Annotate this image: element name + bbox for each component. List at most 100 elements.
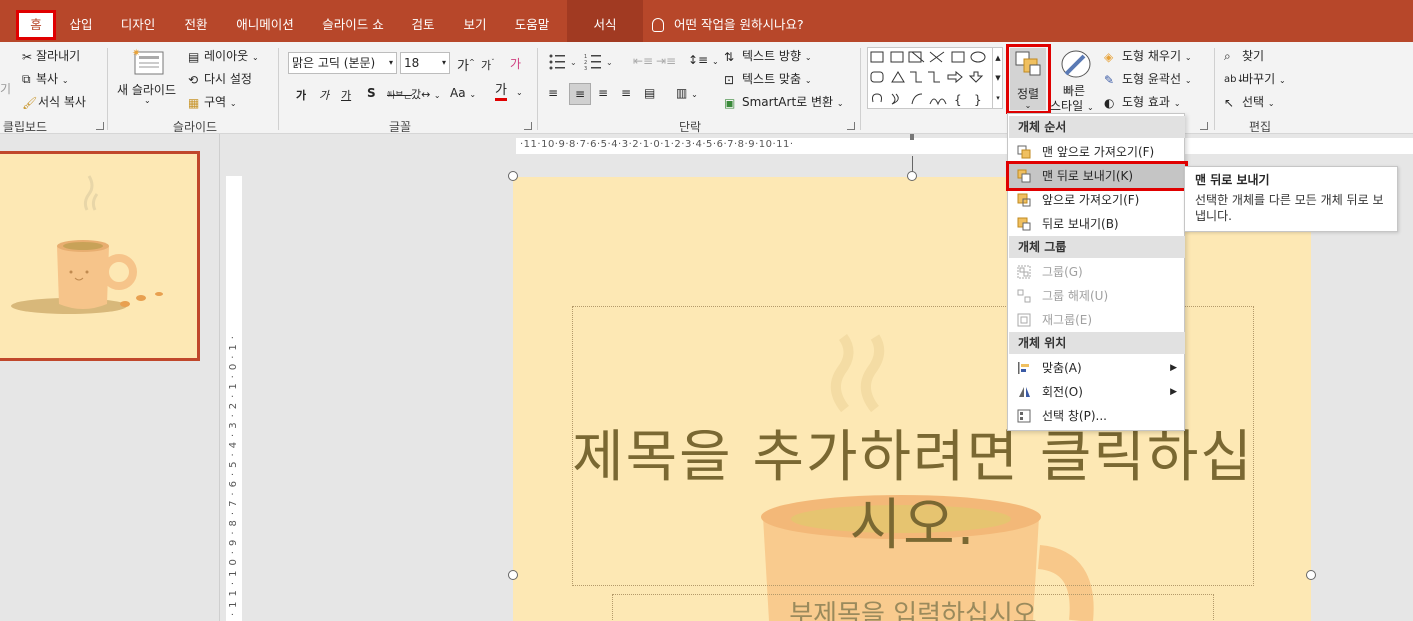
shape-effects-button[interactable]: ◐ 도형 효과 ⌄: [1104, 93, 1181, 110]
section-button[interactable]: ▦ 구역 ⌄: [188, 93, 237, 110]
paste-button-partial[interactable]: 기: [0, 80, 11, 97]
arrange-highlight-box: [1006, 44, 1051, 114]
copy-button[interactable]: ⧉ 복사 ⌄: [22, 70, 69, 87]
shadow-button[interactable]: S: [367, 86, 376, 100]
grow-font-button[interactable]: 가^: [457, 55, 475, 74]
regroup-label: 재그룹(E): [1042, 313, 1093, 327]
paragraph-launcher-icon[interactable]: [847, 122, 855, 130]
resize-handle-right[interactable]: [1306, 570, 1316, 580]
smartart-label: SmartArt로 변환: [742, 95, 834, 109]
group-label-clipboard: 클립보드: [2, 120, 48, 134]
underline-button[interactable]: 가: [341, 87, 351, 103]
menu-item-bring-forward[interactable]: 앞으로 가져오기(F): [1009, 188, 1185, 212]
align-text-label: 텍스트 맞춤: [742, 72, 802, 86]
tab-review[interactable]: 검토: [402, 10, 444, 40]
vertical-ruler: ·11·10·9·8·7·6·5·4·3·2·1·0·1·: [226, 176, 242, 621]
strikethrough-button[interactable]: ᅅᅡᄇᆫ: [387, 88, 412, 101]
font-name-combo[interactable]: 맑은 고딕 (본문) ▾: [288, 52, 397, 74]
menu-item-send-backward[interactable]: 뒤로 보내기(B): [1009, 212, 1185, 236]
resize-handle-top[interactable]: [907, 171, 917, 181]
tab-transitions[interactable]: 전환: [174, 10, 218, 40]
scissors-icon: ✂: [22, 49, 33, 64]
tab-design[interactable]: 디자인: [112, 10, 164, 40]
align-right-icon[interactable]: ≡: [598, 86, 608, 100]
menu-item-selection-pane[interactable]: 선택 창(P)...: [1009, 404, 1185, 428]
find-button[interactable]: ⌕ 찾기: [1224, 47, 1264, 64]
font-launcher-icon[interactable]: [524, 122, 532, 130]
shrink-font-label: 가: [481, 59, 492, 72]
quick-styles-button[interactable]: 스타일 ⌄: [1050, 97, 1094, 114]
tab-insert[interactable]: 삽입: [62, 10, 100, 40]
paintbrush-icon: 🖌: [22, 95, 38, 110]
format-painter-button[interactable]: 🖌서식 복사: [22, 93, 86, 110]
tab-animations[interactable]: 애니메이션: [228, 10, 302, 40]
clear-format-button[interactable]: 가: [510, 55, 521, 72]
shape-outline-label: 도형 윤곽선: [1122, 72, 1182, 86]
replace-button[interactable]: ab↓바꾸기 ⌄: [1224, 70, 1286, 87]
tab-slideshow[interactable]: 슬라이드 쇼: [312, 10, 394, 40]
menu-item-ungroup[interactable]: 그룹 해제(U): [1009, 284, 1185, 308]
quick-styles-icon[interactable]: [1058, 48, 1096, 84]
change-case-button[interactable]: Aa ⌄: [450, 86, 476, 100]
ruler-indent-marker[interactable]: [910, 134, 914, 140]
resize-handle-left[interactable]: [508, 570, 518, 580]
align-center-icon[interactable]: ≡: [569, 83, 591, 105]
new-slide-label: 새 슬라이드: [117, 83, 177, 97]
line-spacing-icon[interactable]: ↕≡ ⌄: [688, 53, 719, 67]
columns-icon[interactable]: ▥ ⌄: [676, 86, 698, 100]
slide-subtitle[interactable]: 부제목을 입력하십시오: [612, 594, 1214, 621]
menu-item-group[interactable]: 그룹(G): [1009, 260, 1185, 284]
resize-handle-top-left[interactable]: [508, 171, 518, 181]
tab-view[interactable]: 보기: [454, 10, 496, 40]
shrink-font-button[interactable]: 가ˇ: [481, 57, 495, 73]
menu-item-regroup[interactable]: 재그룹(E): [1009, 308, 1185, 332]
menu-item-bring-to-front[interactable]: 맨 앞으로 가져오기(F): [1009, 140, 1185, 164]
shape-fill-button[interactable]: ◈ 도형 채우기 ⌄: [1104, 47, 1192, 64]
send-backward-icon: [1017, 217, 1031, 231]
tell-me-box[interactable]: 어떤 작업을 원하시나요?: [652, 10, 804, 40]
tab-format[interactable]: 서식: [567, 0, 643, 42]
reset-button[interactable]: ⟲ 다시 설정: [188, 70, 252, 87]
chevron-down-icon: ⌄: [144, 96, 151, 105]
ribbon-tab-bar: 홈 삽입 디자인 전환 애니메이션 슬라이드 쇼 검토 보기 도움말 서식 어떤…: [0, 0, 1413, 42]
tab-help[interactable]: 도움말: [506, 10, 558, 40]
strike-label: ᅅᅡᄇᆫ: [387, 91, 412, 101]
gallery-scroll[interactable]: ▲ ▼ ▾: [992, 48, 1003, 108]
clipboard-launcher-icon[interactable]: [96, 122, 104, 130]
menu-item-rotate[interactable]: 회전(O) ▶: [1009, 380, 1185, 404]
cut-button[interactable]: ✂ 잘라내기: [22, 47, 80, 64]
slide-title[interactable]: 제목을 추가하려면 클릭하십시오.: [572, 424, 1254, 560]
slide-thumbnail[interactable]: [0, 151, 200, 361]
increase-indent-icon[interactable]: ⇥≡: [656, 54, 676, 68]
decrease-indent-icon[interactable]: ⇤≡: [633, 54, 653, 68]
font-size-combo[interactable]: 18 ▾: [400, 52, 450, 74]
tell-me-text: 어떤 작업을 원하시나요?: [674, 17, 804, 32]
shape-outline-button[interactable]: ✎ 도형 윤곽선 ⌄: [1104, 70, 1192, 87]
chevron-down-icon: ⌄: [61, 76, 69, 85]
smartart-button[interactable]: ▣ SmartArt로 변환 ⌄: [724, 93, 844, 110]
layout-button[interactable]: ▤ 레이아웃 ⌄: [188, 47, 259, 64]
select-button[interactable]: ↖ 선택 ⌄: [1224, 93, 1275, 110]
font-color-button[interactable]: 가: [495, 84, 507, 101]
shapes-gallery[interactable]: {} ▲ ▼ ▾: [867, 47, 1003, 109]
numbering-icon[interactable]: 1 2 3 ⌄: [584, 52, 614, 75]
italic-button[interactable]: 가: [319, 87, 329, 103]
text-direction-button[interactable]: ⇅ 텍스트 방향 ⌄: [724, 47, 812, 64]
shadow-label: S: [367, 86, 376, 100]
char-spacing-button[interactable]: 갔↔ ⌄: [411, 86, 441, 102]
bold-button[interactable]: 가: [296, 87, 306, 103]
distributed-icon[interactable]: ▤: [644, 86, 655, 100]
divider: [537, 48, 538, 130]
drawing-launcher-icon[interactable]: [1200, 122, 1208, 130]
align-left-icon[interactable]: ≡: [548, 86, 558, 100]
submenu-arrow-icon: ▶: [1170, 363, 1177, 373]
new-slide-icon[interactable]: ✷: [132, 48, 166, 76]
replace-label: 바꾸기: [1242, 72, 1276, 86]
menu-item-send-to-back[interactable]: 맨 뒤로 보내기(K): [1006, 161, 1188, 191]
align-text-button[interactable]: ⊡ 텍스트 맞춤 ⌄: [724, 70, 812, 87]
tab-home[interactable]: 홈: [16, 10, 56, 40]
magnifier-icon: ⌕: [1224, 49, 1231, 63]
bullets-icon[interactable]: ⌄: [548, 52, 578, 75]
justify-icon[interactable]: ≡: [621, 86, 631, 100]
menu-item-align[interactable]: 맞춤(A) ▶: [1009, 356, 1185, 380]
